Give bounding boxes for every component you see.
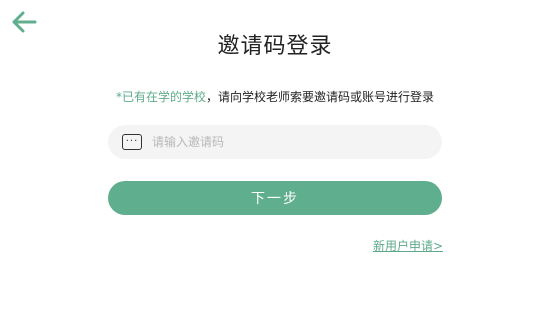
invite-login-page: 邀请码登录 *已有在学的学校，请向学校老师索要邀请码或账号进行登录 ··· 下一… <box>0 0 550 309</box>
new-user-apply-link[interactable]: 新用户申请> <box>373 237 443 254</box>
keyboard-icon: ··· <box>122 134 142 150</box>
page-title: 邀请码登录 <box>217 34 333 59</box>
invite-code-input[interactable] <box>150 126 442 158</box>
next-step-button[interactable]: 下一步 <box>108 181 442 215</box>
login-hint: *已有在学的学校，请向学校老师索要邀请码或账号进行登录 <box>0 88 550 105</box>
hint-accent-text: *已有在学的学校 <box>115 90 206 104</box>
invite-code-field[interactable]: ··· <box>108 125 442 159</box>
hint-text: ，请向学校老师索要邀请码或账号进行登录 <box>206 90 435 104</box>
